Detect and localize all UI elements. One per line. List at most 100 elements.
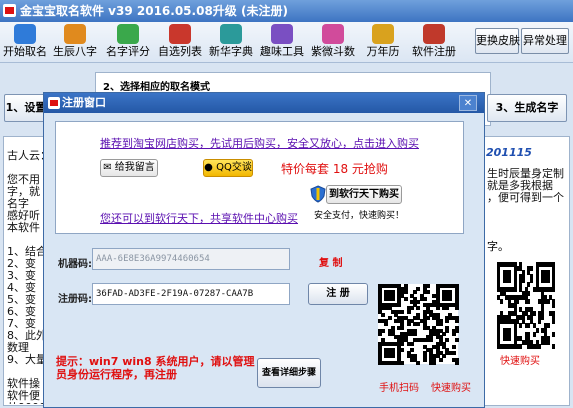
- qr-code-behind: [497, 262, 556, 349]
- qr-module: [527, 282, 531, 288]
- qr-module: [527, 298, 531, 304]
- shield-icon: [310, 185, 326, 203]
- qr-module: [552, 319, 556, 325]
- window-title: 金宝宝取名软件 v39 2016.05.08升级 (未注册): [20, 4, 288, 18]
- qr-module: [422, 296, 427, 301]
- qr-module: [403, 296, 408, 301]
- dialog-app-icon: [48, 97, 60, 109]
- qr-module: [521, 278, 525, 284]
- qq-chat-button[interactable]: ● QQ交谈: [203, 159, 253, 177]
- qr-module: [451, 332, 456, 336]
- register-button[interactable]: 注 册: [308, 283, 368, 305]
- qr-module: [530, 266, 534, 272]
- step1-button[interactable]: 1、设置: [4, 94, 48, 122]
- toolbar: 开始取名 生辰八字 名字评分 自选列表 新华字典 趣味工具 紫微斗数 万年历 软…: [0, 22, 573, 63]
- qr-module: [429, 338, 434, 343]
- qr-module: [519, 323, 523, 329]
- qr-module: [508, 335, 512, 341]
- qr-module: [397, 303, 402, 308]
- qr-module: [519, 343, 523, 349]
- taobao-link[interactable]: 推荐到淘宝网店购买，先试用后购买，安全又放心，点击进入购买: [100, 135, 419, 151]
- dialog-close-button[interactable]: ✕: [459, 95, 477, 111]
- toolbar-start-naming-button[interactable]: 开始取名: [2, 22, 48, 62]
- intro-text: 古人云： 您不用字，就名字感好听本软件 1、结合2、变3、变4、变5、变6、变7…: [7, 150, 45, 404]
- machine-code-field[interactable]: AAA-6E8E36A9974460654: [92, 248, 290, 270]
- qr-module: [527, 323, 531, 329]
- qr-module: [516, 298, 520, 304]
- qr-module: [552, 331, 556, 337]
- dialog-titlebar: 注册窗口: [44, 93, 484, 113]
- qr-module: [390, 354, 395, 359]
- text-line: ，便可得到一个: [487, 191, 564, 204]
- qr-module: [416, 306, 421, 311]
- toolbar-ziwei-button[interactable]: 紫微斗数: [309, 22, 357, 62]
- step3-button[interactable]: 3、生成名字: [487, 94, 567, 122]
- change-skin-button[interactable]: 更换皮肤: [475, 28, 520, 54]
- toolbar-score-button[interactable]: 名字评分: [104, 22, 152, 62]
- qr-module: [445, 319, 450, 324]
- qr-module: [422, 357, 427, 362]
- machine-code-label: 机器码:: [58, 259, 92, 270]
- ziwei-icon: [322, 24, 344, 44]
- score-icon: [117, 24, 139, 44]
- admin-tip-text: 提示：win7 win8 系统用户，请以管理员身份运行程序，再注册: [56, 355, 255, 381]
- qr-code: [378, 284, 459, 365]
- qr-module: [546, 298, 550, 304]
- qr-module: [454, 319, 459, 324]
- qr-module: [538, 343, 542, 349]
- leave-message-button[interactable]: ✉ 给我留言: [100, 159, 158, 177]
- qr-module: [435, 306, 440, 311]
- window-titlebar: 金宝宝取名软件 v39 2016.05.08升级 (未注册): [0, 0, 573, 22]
- purchase-ad-box: 推荐到淘宝网店购买，先试用后购买，安全又放心，点击进入购买 ✉ 给我留言 ● Q…: [55, 121, 464, 234]
- qq-icon: ●: [204, 162, 217, 173]
- qr-module: [527, 290, 531, 296]
- app-icon: [3, 4, 16, 17]
- reg-code-label: 注册码:: [58, 294, 92, 305]
- reg-code-field[interactable]: 36FAD-AD3FE-2F19A-07287-CAA7B: [92, 283, 290, 305]
- qr-module: [451, 351, 456, 356]
- message-icon: ✉: [103, 162, 115, 173]
- ruanxing-link[interactable]: 您还可以到软行天下，共享软件中心购买: [100, 210, 298, 226]
- text-line: 本软件: [7, 221, 40, 234]
- qr-module: [454, 306, 459, 311]
- tools-icon: [271, 24, 293, 44]
- qr-module: [552, 343, 556, 349]
- toolbar-calendar-button[interactable]: 万年历: [362, 22, 404, 62]
- qr-module: [406, 309, 411, 314]
- buy-ruanxing-button[interactable]: 到软行天下购买: [326, 185, 402, 204]
- qr-module: [451, 344, 456, 349]
- text-line: 9、大量: [7, 353, 45, 366]
- qr-module: [454, 338, 459, 343]
- register-dialog: 注册窗口 ✕ 推荐到淘宝网店购买，先试用后购买，安全又放心，点击进入购买 ✉ 给…: [43, 92, 485, 408]
- register-icon: [423, 24, 445, 44]
- qr-module: [400, 309, 405, 314]
- dictionary-icon: [220, 24, 242, 44]
- toolbar-dictionary-button[interactable]: 新华字典: [207, 22, 255, 62]
- qr-module: [426, 290, 430, 295]
- qr-module: [532, 331, 536, 337]
- qr-module: [416, 322, 421, 327]
- bazi-icon: [64, 24, 86, 44]
- qr-module: [438, 357, 443, 362]
- qr-module: [530, 278, 534, 284]
- toolbar-bazi-button[interactable]: 生辰八字: [52, 22, 98, 62]
- quick-buy-label: 快速购买: [431, 383, 471, 394]
- qr-behind-label: 快速购买: [500, 356, 540, 367]
- qr-module: [438, 322, 443, 327]
- copy-button[interactable]: 复 制: [319, 254, 342, 269]
- detail-steps-button[interactable]: 查看详细步骤: [257, 358, 321, 388]
- qr-module: [513, 286, 517, 292]
- dialog-title: 注册窗口: [62, 96, 106, 109]
- toolbar-list-button[interactable]: 自选列表: [156, 22, 204, 62]
- qr-module: [432, 360, 437, 365]
- qr-module: [541, 315, 545, 321]
- qr-module: [378, 332, 382, 336]
- list-icon: [169, 24, 191, 44]
- qr-module: [538, 319, 542, 325]
- qr-module: [390, 296, 395, 301]
- text-line: 古人云：: [7, 150, 45, 162]
- qr-module: [406, 322, 411, 327]
- toolbar-register-button[interactable]: 软件注册: [410, 22, 458, 62]
- toolbar-tools-button[interactable]: 趣味工具: [258, 22, 306, 62]
- error-handling-button[interactable]: 异常处理: [521, 28, 569, 54]
